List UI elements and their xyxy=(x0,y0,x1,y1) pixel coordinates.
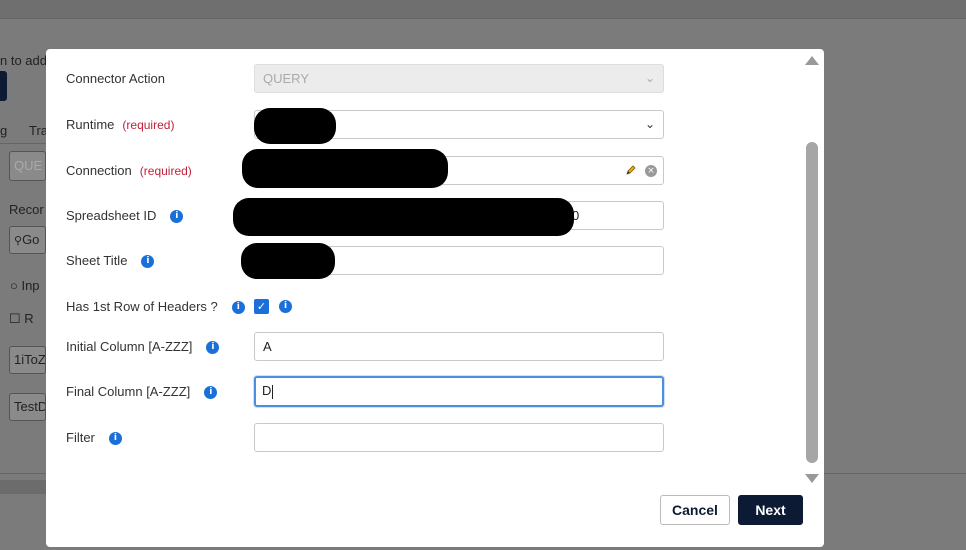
info-icon[interactable]: i xyxy=(141,254,155,268)
background-radio-label: Inp xyxy=(21,278,40,293)
initial-column-label: Initial Column [A-ZZZ] i xyxy=(66,332,220,362)
background-field: QUE xyxy=(9,151,46,181)
connector-action-select: QUERY ⌄ xyxy=(254,64,664,93)
connection-label-text: Connection xyxy=(66,163,132,178)
chevron-down-icon: ⌄ xyxy=(644,117,655,131)
runtime-label: Runtime (required) xyxy=(66,110,174,140)
connection-row: Connection (required) × xyxy=(66,149,686,188)
background-divider xyxy=(0,143,46,144)
background-label: Recor xyxy=(9,202,44,217)
next-button[interactable]: Next xyxy=(738,495,803,525)
info-icon[interactable]: i xyxy=(206,340,220,354)
final-column-value: D xyxy=(262,383,272,398)
chevron-down-icon: ⌄ xyxy=(644,71,655,85)
connector-action-label: Connector Action xyxy=(66,71,166,86)
background-search: ⚲Go xyxy=(9,226,46,254)
connection-label: Connection (required) xyxy=(66,156,192,186)
background-footer xyxy=(0,480,46,494)
background-checkbox: ☐ R xyxy=(9,311,34,326)
scroll-up-arrow[interactable] xyxy=(805,56,819,65)
filter-row: Filter i xyxy=(66,423,686,453)
background-radio: ○ Inp xyxy=(10,278,40,293)
connector-action-row: Connector Action QUERY ⌄ xyxy=(66,64,686,94)
info-icon[interactable]: i xyxy=(170,209,184,223)
required-marker: (required) xyxy=(122,118,175,132)
info-icon[interactable]: i xyxy=(204,385,218,399)
has-headers-row: Has 1st Row of Headers ? i ✓ i xyxy=(66,292,686,322)
filter-label-text: Filter xyxy=(66,430,95,445)
initial-column-label-text: Initial Column [A-ZZZ] xyxy=(66,339,193,354)
connector-action-value: QUERY xyxy=(263,71,309,86)
required-marker: (required) xyxy=(139,164,192,178)
has-headers-label-text: Has 1st Row of Headers ? xyxy=(66,299,218,314)
text-caret xyxy=(272,384,274,399)
final-column-row: Final Column [A-ZZZ] i D xyxy=(66,376,686,407)
sheet-title-label: Sheet Title i xyxy=(66,246,155,276)
connector-dialog: Connector Action QUERY ⌄ Runtime (require… xyxy=(46,49,824,547)
spreadsheet-id-label: Spreadsheet ID i xyxy=(66,201,184,231)
background-search-text: Go xyxy=(22,232,40,247)
initial-column-input[interactable]: A xyxy=(254,332,664,361)
spreadsheet-id-label-text: Spreadsheet ID xyxy=(66,208,157,223)
final-column-label: Final Column [A-ZZZ] i xyxy=(66,377,218,407)
background-tab: g xyxy=(0,123,8,138)
background-checkbox-label: R xyxy=(24,311,34,326)
runtime-label-text: Runtime xyxy=(66,117,115,132)
redacted-value xyxy=(254,108,336,144)
redacted-value xyxy=(241,243,335,279)
spreadsheet-id-row: Spreadsheet ID i 0 xyxy=(66,198,686,236)
background-text: n to add xyxy=(0,53,47,68)
scrollbar-thumb[interactable] xyxy=(806,142,818,463)
info-icon[interactable]: i xyxy=(108,431,122,445)
edit-pencil-icon[interactable] xyxy=(625,164,637,176)
initial-column-row: Initial Column [A-ZZZ] i A xyxy=(66,332,686,362)
redacted-value xyxy=(242,149,448,188)
background-field: TestD xyxy=(9,393,46,421)
search-icon: ⚲ xyxy=(14,235,23,247)
dialog-scroll-area: Connector Action QUERY ⌄ Runtime (require… xyxy=(46,49,804,479)
info-icon[interactable]: i xyxy=(231,300,245,314)
runtime-row: Runtime (required) ⌄ xyxy=(66,108,686,144)
clear-icon[interactable]: × xyxy=(645,165,657,177)
filter-label: Filter i xyxy=(66,423,122,453)
sheet-title-label-text: Sheet Title xyxy=(66,253,128,268)
sheet-title-row: Sheet Title i xyxy=(66,243,686,279)
background-toolbar xyxy=(0,0,966,19)
background-field: 1iToZ xyxy=(9,346,46,374)
initial-column-value: A xyxy=(263,339,272,354)
redacted-value xyxy=(233,198,574,236)
scroll-down-arrow[interactable] xyxy=(805,474,819,483)
background-button xyxy=(0,71,7,101)
info-icon[interactable]: i xyxy=(279,300,292,313)
filter-input[interactable] xyxy=(254,423,664,452)
has-headers-label: Has 1st Row of Headers ? i xyxy=(66,292,245,322)
final-column-label-text: Final Column [A-ZZZ] xyxy=(66,384,191,399)
has-headers-checkbox[interactable]: ✓ xyxy=(254,299,269,314)
cancel-button[interactable]: Cancel xyxy=(660,495,730,525)
final-column-input[interactable]: D xyxy=(254,376,664,407)
